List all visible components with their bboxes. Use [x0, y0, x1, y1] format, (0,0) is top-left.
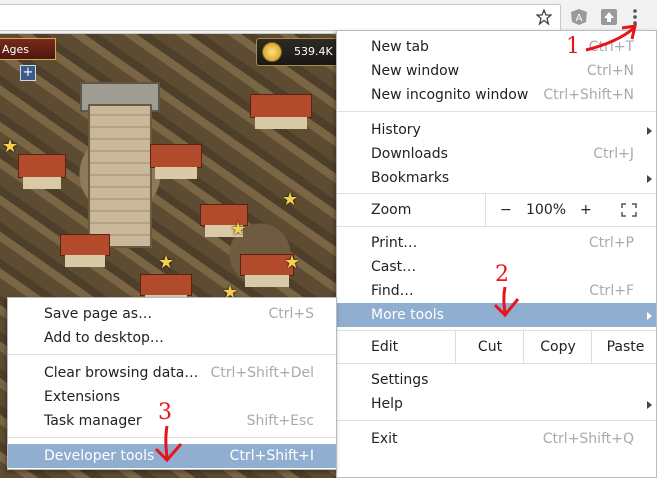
menu-divider: [337, 226, 656, 227]
menu-item-label: History: [371, 122, 421, 138]
menu-item-label: Settings: [371, 372, 429, 388]
annotation-step-1: 1: [566, 34, 580, 59]
menu-item-shortcut: Ctrl+Shift+N: [543, 87, 634, 103]
menu-divider: [337, 420, 656, 421]
menu-item-label: Bookmarks: [371, 170, 450, 186]
chevron-right-icon: [647, 127, 652, 135]
zoom-level: 100%: [526, 202, 567, 218]
chevron-right-icon: [647, 175, 652, 183]
building: [250, 94, 312, 129]
zoom-out-button[interactable]: −: [500, 194, 512, 226]
building: [18, 154, 66, 189]
chrome-main-menu: New tab Ctrl+T New window Ctrl+N New inc…: [336, 30, 657, 478]
menu-item-history[interactable]: History: [337, 118, 656, 142]
star-icon[interactable]: ★: [282, 189, 298, 210]
star-icon[interactable]: ★: [284, 252, 300, 273]
menu-item-shortcut: Ctrl+Shift+Q: [542, 431, 634, 447]
menu-item-shortcut: Ctrl+Shift+I: [229, 448, 314, 464]
annotation-arrow-icon: [154, 425, 183, 463]
browser-toolbar: A: [0, 0, 657, 34]
menu-item-extensions[interactable]: Extensions: [8, 385, 336, 409]
copy-button[interactable]: Copy: [523, 331, 592, 363]
menu-item-bookmarks[interactable]: Bookmarks: [337, 166, 656, 190]
menu-item-add-to-desktop[interactable]: Add to desktop…: [8, 326, 336, 350]
menu-item-clear-browsing-data[interactable]: Clear browsing data… Ctrl+Shift+Del: [8, 361, 336, 385]
menu-item-label: Print…: [371, 235, 418, 251]
age-badge[interactable]: Ages: [0, 38, 56, 60]
menu-item-label: New tab: [371, 39, 429, 55]
menu-item-shortcut: Ctrl+Shift+Del: [210, 365, 314, 381]
menu-item-label: Find…: [371, 283, 414, 299]
address-bar[interactable]: [0, 4, 561, 31]
menu-item-shortcut: Ctrl+P: [588, 235, 634, 251]
menu-item-label: Extensions: [44, 389, 121, 405]
menu-item-label: Task manager: [44, 413, 142, 429]
castle-tower: [88, 104, 152, 248]
chevron-right-icon: [647, 312, 652, 320]
menu-item-label: Clear browsing data…: [44, 365, 199, 381]
menu-item-label: Save page as…: [44, 306, 153, 322]
annotation-arrow-icon: [585, 24, 637, 52]
coins-value: 539.4K: [294, 45, 333, 58]
coin-icon: [262, 42, 282, 62]
bookmark-star-icon[interactable]: [536, 9, 552, 25]
menu-item-label: Exit: [371, 431, 398, 447]
plus-icon[interactable]: +: [20, 65, 36, 81]
zoom-in-button[interactable]: +: [580, 194, 592, 226]
coins-panel: 539.4K: [256, 38, 338, 66]
fullscreen-icon[interactable]: [621, 203, 637, 217]
menu-item-label: New incognito window: [371, 87, 529, 103]
menu-item-settings[interactable]: Settings: [337, 368, 656, 392]
paste-button[interactable]: Paste: [591, 331, 657, 363]
menu-divider: [337, 363, 656, 364]
age-label: Ages: [2, 43, 30, 56]
edit-row: Edit Cut Copy Paste: [337, 331, 656, 363]
zoom-controls: − 100% +: [485, 194, 657, 226]
chevron-right-icon: [647, 401, 652, 409]
annotation-arrow-icon: [493, 286, 520, 318]
menu-item-shortcut: Ctrl+S: [268, 306, 314, 322]
menu-item-downloads[interactable]: Downloads Ctrl+J: [337, 142, 656, 166]
menu-item-save-page-as[interactable]: Save page as… Ctrl+S: [8, 302, 336, 326]
cut-button[interactable]: Cut: [455, 331, 524, 363]
annotation-step-3: 3: [158, 400, 172, 425]
building: [140, 274, 192, 307]
annotation-step-2: 2: [495, 262, 509, 287]
building: [60, 234, 110, 267]
menu-item-label: Downloads: [371, 146, 448, 162]
menu-item-exit[interactable]: Exit Ctrl+Shift+Q: [337, 427, 656, 451]
star-icon[interactable]: ★: [230, 219, 246, 240]
menu-item-shortcut: Ctrl+F: [589, 283, 634, 299]
menu-item-label: More tools: [371, 307, 444, 323]
menu-item-label: Help: [371, 396, 403, 412]
menu-divider: [337, 111, 656, 112]
menu-item-new-incognito-window[interactable]: New incognito window Ctrl+Shift+N: [337, 83, 656, 107]
building: [150, 144, 202, 179]
zoom-label: Zoom: [371, 202, 412, 218]
zoom-row: Zoom − 100% +: [337, 194, 656, 226]
menu-item-label: New window: [371, 63, 460, 79]
star-icon[interactable]: ★: [158, 252, 174, 273]
menu-item-shortcut: Shift+Esc: [246, 413, 314, 429]
menu-divider: [8, 354, 336, 355]
menu-item-print[interactable]: Print… Ctrl+P: [337, 231, 656, 255]
menu-item-shortcut: Ctrl+N: [586, 63, 634, 79]
star-icon[interactable]: ★: [2, 136, 18, 157]
menu-item-help[interactable]: Help: [337, 392, 656, 416]
menu-item-label: Cast…: [371, 259, 417, 275]
menu-item-new-window[interactable]: New window Ctrl+N: [337, 59, 656, 83]
edit-label: Edit: [371, 339, 399, 355]
menu-item-label: Developer tools: [44, 448, 155, 464]
menu-item-shortcut: Ctrl+J: [593, 146, 634, 162]
menu-item-label: Add to desktop…: [44, 330, 164, 346]
